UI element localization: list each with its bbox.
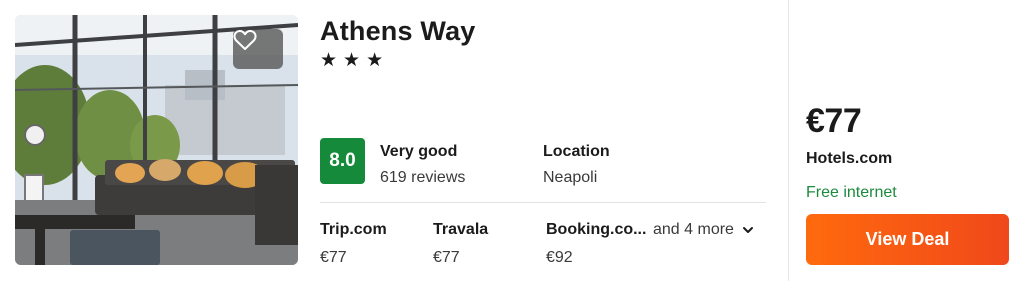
hotel-result-card[interactable]: Athens Way ★ ★ ★ 8.0 Very good 619 revie…: [0, 0, 1024, 281]
provider-price: €77: [433, 249, 460, 266]
hotel-photo[interactable]: [15, 15, 298, 265]
review-count[interactable]: 619 reviews: [380, 169, 465, 187]
more-providers-label: and 4 more: [653, 221, 734, 238]
review-score-badge: 8.0: [320, 138, 365, 184]
star-icon: ★: [366, 50, 384, 71]
provider-name: Trip.com: [320, 221, 387, 238]
deal-site: Hotels.com: [806, 150, 893, 167]
chevron-down-icon: [742, 221, 754, 239]
rating-label: Very good: [380, 143, 458, 160]
provider-offer[interactable]: Trip.com €77: [320, 221, 387, 267]
provider-name: Booking.co...: [546, 221, 647, 238]
view-deal-button[interactable]: View Deal: [806, 214, 1009, 265]
star-icon: ★: [343, 50, 361, 71]
provider-price: €77: [320, 249, 347, 266]
star-icon: ★: [320, 50, 338, 71]
provider-name: Travala: [433, 221, 489, 238]
favorite-button[interactable]: [233, 29, 283, 69]
deal-price: €77: [806, 102, 862, 140]
location-value: Neapoli: [543, 169, 598, 186]
provider-price: €92: [546, 249, 573, 266]
provider-offer[interactable]: Travala €77: [433, 221, 488, 267]
column-divider: [788, 0, 789, 281]
hotel-name[interactable]: Athens Way: [320, 16, 476, 47]
divider: [320, 202, 766, 203]
location-label: Location: [543, 143, 610, 160]
star-rating: ★ ★ ★: [320, 50, 383, 72]
deal-amenity: Free internet: [806, 184, 897, 201]
provider-offer[interactable]: Booking.co... €92: [546, 221, 646, 267]
more-providers-dropdown[interactable]: and 4 more: [653, 221, 754, 239]
